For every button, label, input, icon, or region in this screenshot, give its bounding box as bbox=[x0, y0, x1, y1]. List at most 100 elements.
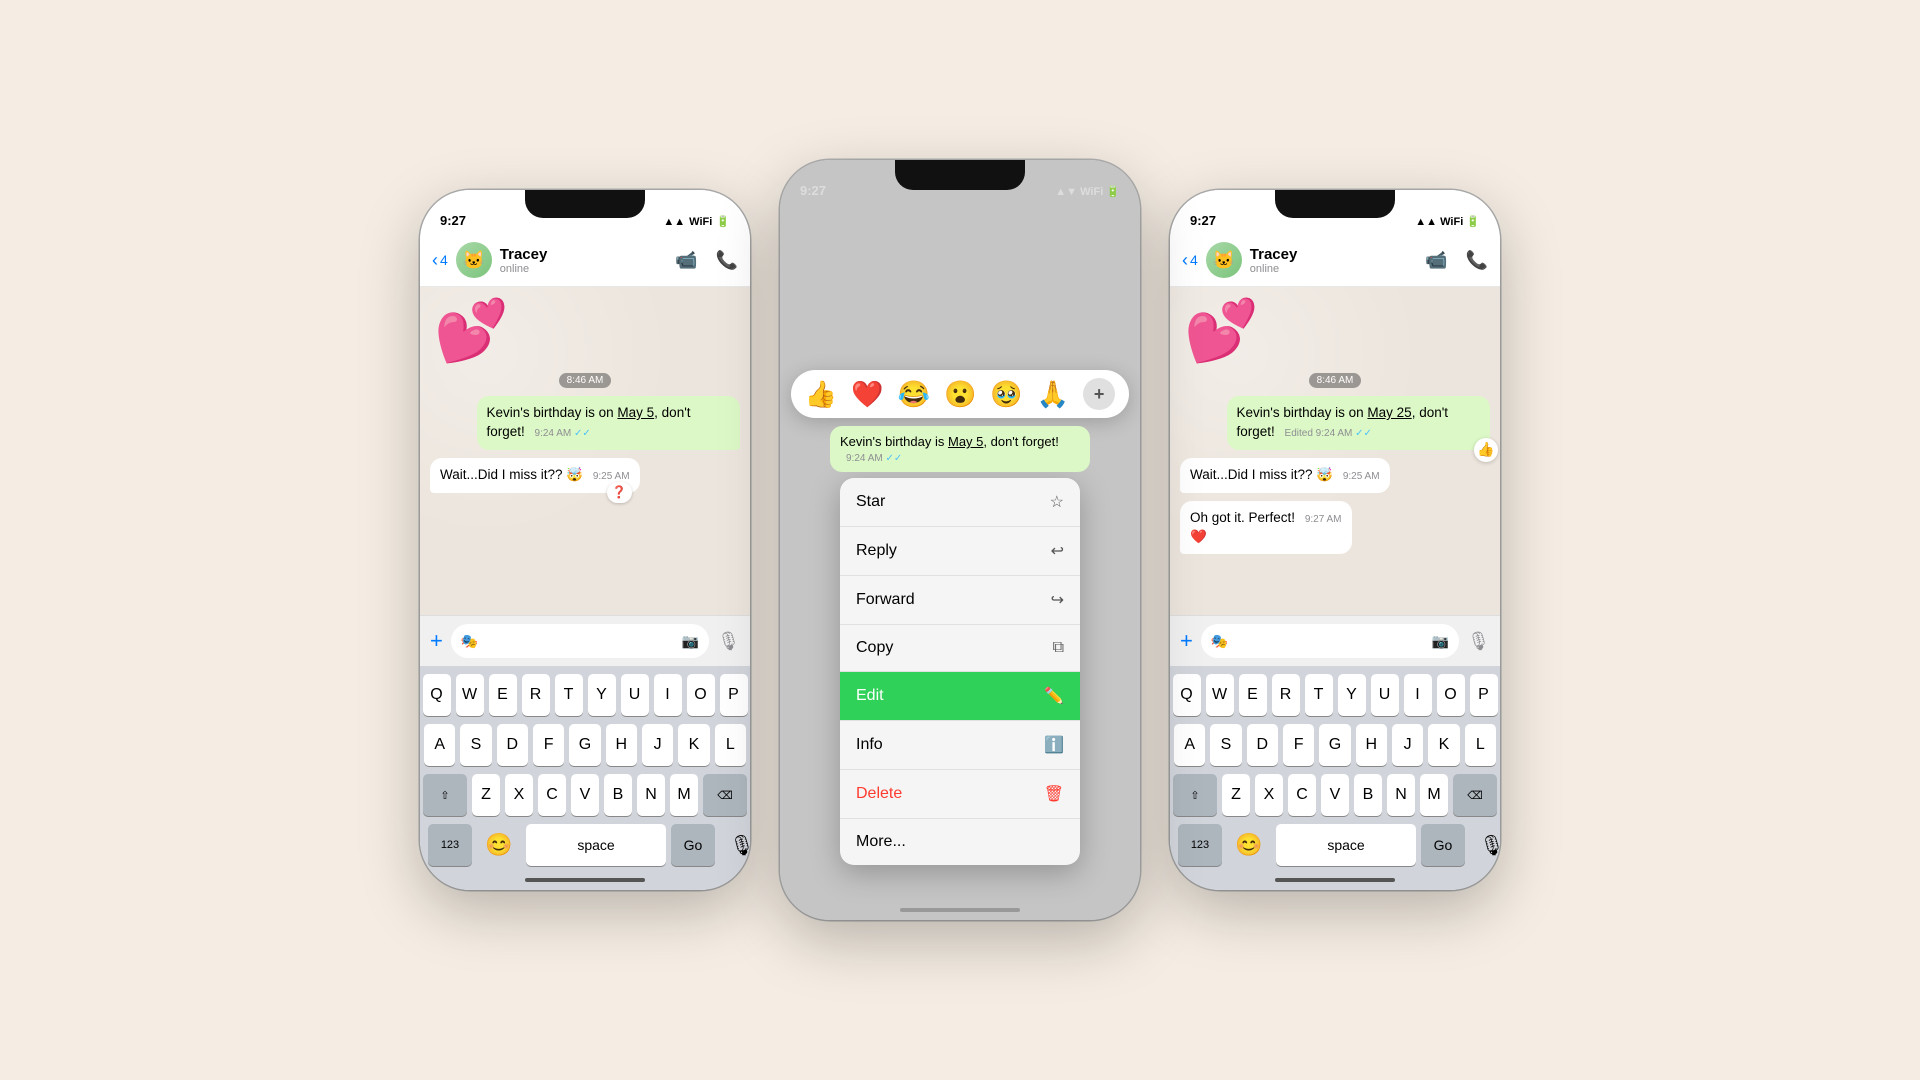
key-shift-left[interactable]: ⇧ bbox=[423, 774, 467, 816]
phone-icon-left[interactable]: 📞 bbox=[716, 250, 738, 271]
menu-item-edit[interactable]: Edit ✏️ bbox=[840, 672, 1080, 721]
back-button-right[interactable]: ‹ 4 bbox=[1182, 250, 1198, 271]
kb-bottom-right: 123 😊 space Go 🎙 bbox=[1174, 824, 1496, 866]
plus-icon-right[interactable]: + bbox=[1180, 628, 1193, 654]
emoji-thumbs[interactable]: 👍 bbox=[805, 379, 837, 410]
home-indicator-right bbox=[1170, 870, 1500, 890]
key-g-left[interactable]: G bbox=[569, 724, 600, 766]
key-delete-right[interactable]: ⌫ bbox=[1453, 774, 1497, 816]
key-r-left[interactable]: R bbox=[522, 674, 550, 716]
header-actions-left: 📹 📞 bbox=[675, 250, 738, 271]
key-b-right[interactable]: B bbox=[1354, 774, 1382, 816]
key-i-left[interactable]: I bbox=[654, 674, 682, 716]
menu-item-copy[interactable]: Copy ⧉ bbox=[840, 625, 1080, 672]
emoji-wow[interactable]: 😮 bbox=[944, 379, 976, 410]
key-emoji-left[interactable]: 😊 bbox=[477, 832, 521, 858]
input-field-left[interactable]: 🎭 📷 bbox=[451, 624, 709, 658]
emoji-heart[interactable]: ❤️ bbox=[851, 379, 883, 410]
key-d-right[interactable]: D bbox=[1247, 724, 1278, 766]
key-dictate-right[interactable]: 🎙 bbox=[1470, 833, 1500, 858]
mic-icon-right[interactable]: 🎙 bbox=[1467, 631, 1490, 652]
key-j-left[interactable]: J bbox=[642, 724, 673, 766]
key-p-left[interactable]: P bbox=[720, 674, 748, 716]
key-e-right[interactable]: E bbox=[1239, 674, 1267, 716]
key-j-right[interactable]: J bbox=[1392, 724, 1423, 766]
key-b-left[interactable]: B bbox=[604, 774, 632, 816]
menu-item-delete[interactable]: Delete 🗑 bbox=[840, 770, 1080, 819]
key-m-right[interactable]: M bbox=[1420, 774, 1448, 816]
emoji-cry[interactable]: 🥹 bbox=[990, 379, 1022, 410]
key-123-right[interactable]: 123 bbox=[1178, 824, 1222, 866]
key-q-right[interactable]: Q bbox=[1173, 674, 1201, 716]
key-123-left[interactable]: 123 bbox=[428, 824, 472, 866]
key-t-left[interactable]: T bbox=[555, 674, 583, 716]
video-icon-right[interactable]: 📹 bbox=[1425, 250, 1447, 271]
menu-item-info[interactable]: Info ℹ️ bbox=[840, 721, 1080, 770]
menu-item-reply[interactable]: Reply ↩ bbox=[840, 527, 1080, 576]
key-space-right[interactable]: space bbox=[1276, 824, 1416, 866]
key-s-right[interactable]: S bbox=[1210, 724, 1241, 766]
camera-icon-right[interactable]: 📷 bbox=[1432, 633, 1449, 650]
key-q-left[interactable]: Q bbox=[423, 674, 451, 716]
key-g-right[interactable]: G bbox=[1319, 724, 1350, 766]
key-x-left[interactable]: X bbox=[505, 774, 533, 816]
key-o-left[interactable]: O bbox=[687, 674, 715, 716]
emoji-pray[interactable]: 🙏 bbox=[1037, 379, 1069, 410]
key-z-left[interactable]: Z bbox=[472, 774, 500, 816]
key-l-left[interactable]: L bbox=[715, 724, 746, 766]
key-t-right[interactable]: T bbox=[1305, 674, 1333, 716]
key-y-left[interactable]: Y bbox=[588, 674, 616, 716]
camera-icon-left[interactable]: 📷 bbox=[682, 633, 699, 650]
menu-item-more[interactable]: More... bbox=[840, 819, 1080, 865]
key-u-right[interactable]: U bbox=[1371, 674, 1399, 716]
key-h-right[interactable]: H bbox=[1356, 724, 1387, 766]
key-o-right[interactable]: O bbox=[1437, 674, 1465, 716]
back-button-left[interactable]: ‹ 4 bbox=[432, 250, 448, 271]
key-dictate-left[interactable]: 🎙 bbox=[720, 833, 750, 858]
status-icons-left: ▲▲ WiFi 🔋 bbox=[663, 215, 730, 228]
key-x-right[interactable]: X bbox=[1255, 774, 1283, 816]
key-k-left[interactable]: K bbox=[678, 724, 709, 766]
key-go-right[interactable]: Go bbox=[1421, 824, 1465, 866]
key-v-left[interactable]: V bbox=[571, 774, 599, 816]
key-r-right[interactable]: R bbox=[1272, 674, 1300, 716]
key-f-right[interactable]: F bbox=[1283, 724, 1314, 766]
key-i-right[interactable]: I bbox=[1404, 674, 1432, 716]
key-w-left[interactable]: W bbox=[456, 674, 484, 716]
video-icon-left[interactable]: 📹 bbox=[675, 250, 697, 271]
key-e-left[interactable]: E bbox=[489, 674, 517, 716]
key-f-left[interactable]: F bbox=[533, 724, 564, 766]
key-space-left[interactable]: space bbox=[526, 824, 666, 866]
key-u-left[interactable]: U bbox=[621, 674, 649, 716]
menu-item-star[interactable]: Star ☆ bbox=[840, 478, 1080, 527]
key-n-left[interactable]: N bbox=[637, 774, 665, 816]
key-a-right[interactable]: A bbox=[1174, 724, 1205, 766]
key-go-left[interactable]: Go bbox=[671, 824, 715, 866]
key-k-right[interactable]: K bbox=[1428, 724, 1459, 766]
key-m-left[interactable]: M bbox=[670, 774, 698, 816]
key-c-right[interactable]: C bbox=[1288, 774, 1316, 816]
time-center-left: 8:46 AM bbox=[559, 373, 612, 388]
key-z-right[interactable]: Z bbox=[1222, 774, 1250, 816]
key-c-left[interactable]: C bbox=[538, 774, 566, 816]
key-d-left[interactable]: D bbox=[497, 724, 528, 766]
key-a-left[interactable]: A bbox=[424, 724, 455, 766]
key-l-right[interactable]: L bbox=[1465, 724, 1496, 766]
key-n-right[interactable]: N bbox=[1387, 774, 1415, 816]
key-w-right[interactable]: W bbox=[1206, 674, 1234, 716]
menu-item-forward[interactable]: Forward ↪ bbox=[840, 576, 1080, 625]
key-emoji-right[interactable]: 😊 bbox=[1227, 832, 1271, 858]
key-shift-right[interactable]: ⇧ bbox=[1173, 774, 1217, 816]
key-delete-left[interactable]: ⌫ bbox=[703, 774, 747, 816]
key-h-left[interactable]: H bbox=[606, 724, 637, 766]
mic-icon-left[interactable]: 🎙 bbox=[717, 631, 740, 652]
key-p-right[interactable]: P bbox=[1470, 674, 1498, 716]
plus-icon-left[interactable]: + bbox=[430, 628, 443, 654]
input-field-right[interactable]: 🎭 📷 bbox=[1201, 624, 1459, 658]
emoji-laugh[interactable]: 😂 bbox=[898, 379, 930, 410]
phone-icon-right[interactable]: 📞 bbox=[1466, 250, 1488, 271]
key-y-right[interactable]: Y bbox=[1338, 674, 1366, 716]
emoji-more-button[interactable]: + bbox=[1083, 378, 1115, 410]
key-s-left[interactable]: S bbox=[460, 724, 491, 766]
key-v-right[interactable]: V bbox=[1321, 774, 1349, 816]
